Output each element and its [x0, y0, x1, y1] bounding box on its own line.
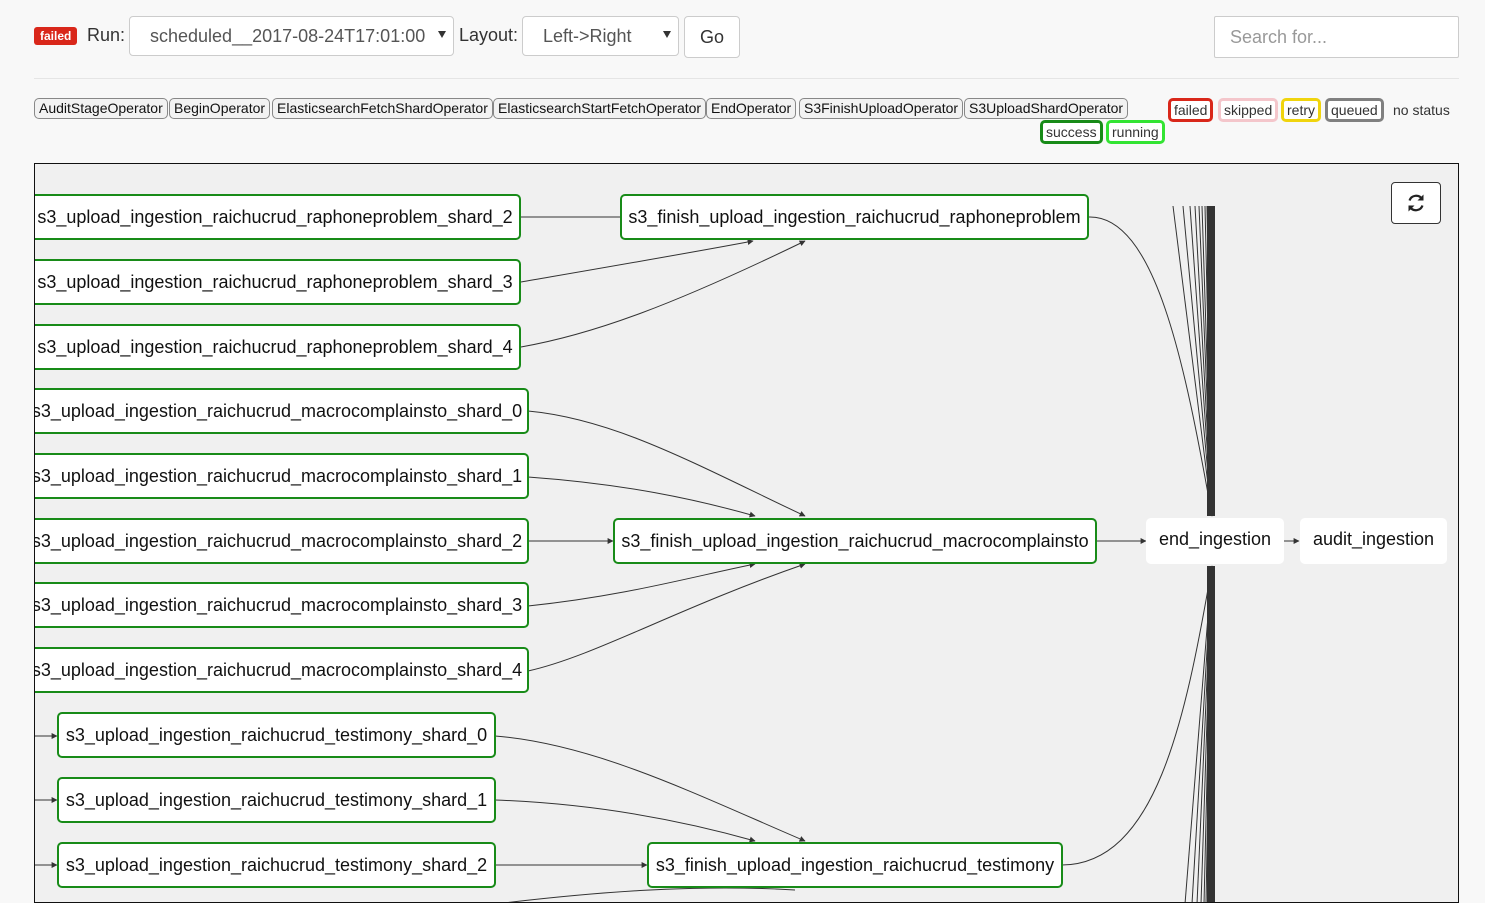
legend-state-retry[interactable]: retry [1281, 98, 1321, 122]
refresh-button[interactable] [1391, 182, 1441, 224]
task-node[interactable]: s3_upload_ingestion_raichucrud_testimony… [57, 777, 496, 823]
chevron-down-icon [663, 31, 671, 38]
task-node[interactable]: s3_finish_upload_ingestion_raichucrud_ma… [613, 518, 1097, 564]
task-node[interactable]: s3_upload_ingestion_raichucrud_macrocomp… [35, 647, 529, 693]
run-select-value: scheduled__2017-08-24T17:01:00 [150, 26, 426, 46]
legend-operator: S3UploadShardOperator [964, 98, 1129, 119]
legend-state-success[interactable]: success [1040, 120, 1103, 144]
task-node[interactable]: s3_finish_upload_ingestion_raichucrud_ra… [620, 194, 1089, 240]
run-select[interactable]: scheduled__2017-08-24T17:01:00 [129, 16, 454, 56]
run-label: Run: [87, 25, 126, 45]
legend-state-failed[interactable]: failed [1168, 98, 1214, 122]
legend-state-skipped[interactable]: skipped [1218, 98, 1279, 122]
layout-select-value: Left->Right [543, 26, 632, 46]
layout-label: Layout: [459, 25, 519, 45]
task-node[interactable]: s3_upload_ingestion_raichucrud_raphonepr… [35, 324, 521, 370]
run-controls: failed Run: scheduled__2017-08-24T17:01:… [34, 16, 1459, 58]
legend-operator: S3FinishUploadOperator [799, 98, 964, 119]
task-node[interactable]: s3_finish_upload_ingestion_raichucrud_te… [647, 842, 1063, 888]
legend-operator: EndOperator [706, 98, 797, 119]
legend-operator: AuditStageOperator [34, 98, 168, 119]
edge [527, 476, 756, 518]
legend-state-running[interactable]: running [1106, 120, 1165, 144]
task-node-audit-ingestion[interactable]: audit_ingestion [1300, 518, 1447, 564]
edge [494, 735, 806, 842]
edge [527, 562, 756, 607]
task-node[interactable]: s3_upload_ingestion_raichucrud_raphonepr… [35, 194, 521, 240]
divider [34, 78, 1459, 79]
legend-operator: ElasticsearchStartFetchOperator [493, 98, 707, 119]
run-state-badge: failed [34, 27, 78, 45]
task-node[interactable]: s3_upload_ingestion_raichucrud_testimony… [57, 712, 496, 758]
edge [527, 410, 806, 517]
task-node[interactable]: s3_upload_ingestion_raichucrud_macrocomp… [35, 518, 529, 564]
task-node[interactable]: s3_upload_ingestion_raichucrud_testimony… [57, 842, 496, 888]
search-input[interactable]: Search for... [1214, 16, 1459, 58]
edge [520, 239, 754, 283]
refresh-icon [1408, 194, 1424, 212]
edge [1061, 565, 1215, 866]
task-node[interactable]: s3_upload_ingestion_raichucrud_macrocomp… [35, 582, 529, 628]
chevron-down-icon [438, 31, 446, 38]
task-node[interactable]: s3_upload_ingestion_raichucrud_macrocomp… [35, 388, 529, 434]
layout-select[interactable]: Left->Right [522, 16, 679, 56]
edge [507, 887, 796, 902]
legend-state-no-status[interactable]: no status [1393, 102, 1450, 118]
task-node-end-ingestion[interactable]: end_ingestion [1146, 518, 1284, 564]
go-button[interactable]: Go [684, 16, 740, 58]
legend-state-queued[interactable]: queued [1325, 98, 1384, 122]
edge [494, 799, 756, 843]
legend-operator: ElasticsearchFetchShardOperator [272, 98, 493, 119]
dag-graph[interactable]: s3_upload_ingestion_raichucrud_raphonepr… [34, 163, 1459, 903]
legend-operator: BeginOperator [169, 98, 271, 119]
task-node[interactable]: s3_upload_ingestion_raichucrud_macrocomp… [35, 453, 529, 499]
edge [527, 562, 806, 672]
task-node[interactable]: s3_upload_ingestion_raichucrud_raphonepr… [35, 259, 521, 305]
